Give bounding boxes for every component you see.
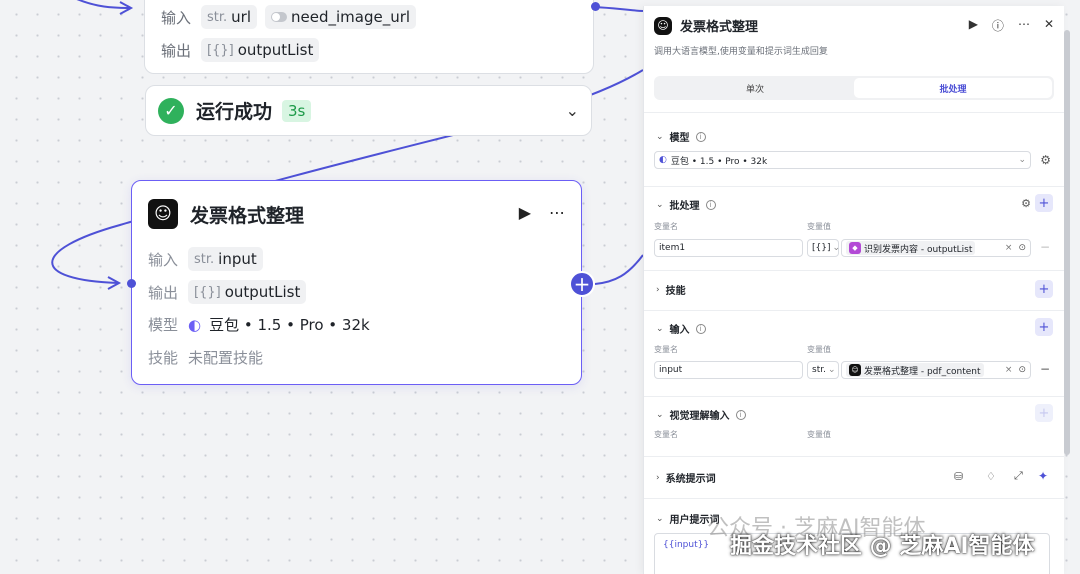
model-label: 模型 [148,316,179,334]
node-recognize-invoice[interactable]: 输入 str. url need_image_url 输出 [{}] outpu… [144,0,594,74]
add-vision-input-button[interactable]: + [1035,404,1053,422]
node-ref-icon: ◆ [849,242,861,254]
input-port[interactable] [591,2,600,11]
node-title: 发票格式整理 [190,204,305,227]
info-icon: i [735,409,746,420]
node-invoice-format[interactable]: ☺ 发票格式整理 ▶ ⋯ 输入 str. input 输出 [{}] outpu… [131,180,582,385]
var-value-header: 变量值 [807,430,831,439]
add-next-node-button[interactable]: + [569,271,595,297]
add-skill-button[interactable]: + [1035,280,1053,298]
check-icon: ✓ [158,97,184,124]
vision-section-title: 视觉理解输入 [669,411,730,422]
input-chip: str. input [188,247,263,271]
add-batch-button[interactable]: + [1035,194,1053,212]
target-icon[interactable]: ⊙ [1018,365,1026,375]
close-icon[interactable]: ✕ [1044,17,1054,34]
mode-tabs: 单次 批处理 [654,76,1054,100]
model-section: ⌄ 模型 i ◐ 豆包 • 1.5 • Pro • 32k ⌄ ⚙ [644,112,1064,192]
more-icon[interactable]: ⋯ [549,203,565,222]
chevron-down-icon[interactable]: ⌄ [656,514,664,524]
bulb-icon[interactable]: ♢ [986,470,996,483]
skills-value: 未配置技能 [188,349,264,367]
panel-scrollbar[interactable] [1064,30,1070,455]
run-time-badge: 3s [282,99,312,122]
batch-var-name-input[interactable]: item1 [654,239,803,257]
var-value-header: 变量值 [807,345,831,354]
model-section-title: 模型 [669,133,690,144]
doubao-icon: ◐ [659,155,667,165]
batch-section-title: 批处理 [669,201,700,212]
info-icon: i [705,199,716,210]
input-need-image-url-chip: need_image_url [265,5,417,29]
clear-icon[interactable]: × [1005,365,1013,375]
input-section: ⌄ 输入 i + 变量名 变量值 input str. ⌄ ☺ 发票格式整理 - pdf… [644,310,1064,396]
play-icon[interactable]: ▶ [969,17,978,34]
panel-title: 发票格式整理 [680,20,759,35]
play-icon[interactable]: ▶ [519,203,531,222]
settings-icon[interactable]: ⚙ [1021,197,1031,210]
settings-icon[interactable]: ⚙ [1040,153,1051,167]
input-label: 输入 [148,250,179,269]
output-label: 输出 [161,41,192,60]
var-name-header: 变量名 [654,430,678,439]
chevron-down-icon[interactable]: ⌄ [656,200,664,210]
batch-var-ref[interactable]: ◆ 识别发票内容 - outputList × ⊙ [841,239,1031,257]
input-port[interactable] [127,279,136,288]
var-value-header: 变量值 [807,222,831,231]
chevron-right-icon[interactable]: › [656,285,660,295]
input-type-select[interactable]: str. ⌄ [807,361,839,379]
minus-icon[interactable]: − [1040,240,1050,254]
var-name-header: 变量名 [654,222,678,231]
input-label: 输入 [161,8,192,27]
chevron-down-icon[interactable]: ⌄ [656,324,664,334]
skills-section: › 技能 + [644,270,1064,310]
skills-label: 技能 [148,349,179,367]
bot-logo-icon: ☺ [849,364,861,376]
skills-section-title: 技能 [665,286,686,297]
run-status-text: 运行成功 [196,101,273,123]
bot-logo-icon: ☺ [148,199,178,229]
more-icon[interactable]: ⋯ [1018,17,1030,34]
node-config-panel: ☺ 发票格式整理 ▶ ⓘ ⋯ ✕ 调用大语言模型,使用变量和提示词生成回复 单次… [643,6,1064,574]
library-icon[interactable]: ⛁ [954,470,963,483]
model-value: 豆包 • 1.5 • Pro • 32k [209,316,370,334]
toggle-icon [271,12,287,22]
vision-input-section: ⌄ 视觉理解输入 i + 变量名 变量值 [644,396,1064,456]
doubao-icon: ◐ [188,315,202,334]
output-chip: [{}] outputList [188,280,307,304]
input-var-ref[interactable]: ☺ 发票格式整理 - pdf_content × ⊙ [841,361,1031,379]
output-list-chip: [{}] outputList [201,38,320,62]
tab-batch[interactable]: 批处理 [854,78,1052,98]
chevron-down-icon: ⌄ [1018,155,1026,165]
var-name-header: 变量名 [654,345,678,354]
expand-icon[interactable]: ⤢ [1014,469,1023,483]
watermark-juejin: 掘金技术社区 @ 芝麻AI智能体 [730,534,1035,559]
chevron-down-icon[interactable]: ⌄ [656,410,664,420]
batch-type-select[interactable]: [{}] ⌄ [807,239,840,257]
info-icon: i [695,323,706,334]
panel-description: 调用大语言模型,使用变量和提示词生成回复 [654,47,828,57]
info-icon: i [695,131,706,142]
sparkle-icon[interactable]: ✦ [1038,469,1048,483]
model-select[interactable]: ◐ 豆包 • 1.5 • Pro • 32k ⌄ [654,151,1031,169]
input-section-title: 输入 [669,325,690,336]
help-icon[interactable]: ⓘ [992,17,1004,34]
add-input-button[interactable]: + [1035,318,1053,336]
tab-single[interactable]: 单次 [656,78,854,98]
minus-icon[interactable]: − [1040,362,1050,376]
chevron-right-icon[interactable]: › [656,473,660,483]
output-label: 输出 [148,283,179,302]
chevron-down-icon[interactable]: ⌄ [656,132,664,142]
clear-icon[interactable]: × [1005,243,1013,253]
system-prompt-title: 系统提示词 [665,474,716,485]
target-icon[interactable]: ⊙ [1018,243,1026,253]
input-var-name-input[interactable]: input [654,361,803,379]
system-prompt-section: › 系统提示词 ⛁ ♢ ⤢ ✦ [644,456,1064,498]
run-status-bar[interactable]: ✓ 运行成功 3s ⌄ [145,85,592,136]
input-url-chip: str. url [201,5,257,29]
chevron-down-icon[interactable]: ⌄ [566,101,579,120]
batch-section: ⌄ 批处理 i ⚙ + 变量名 变量值 item1 [{}] ⌄ ◆ 识别发票内容 - … [644,186,1064,270]
bot-logo-icon: ☺ [654,16,672,35]
